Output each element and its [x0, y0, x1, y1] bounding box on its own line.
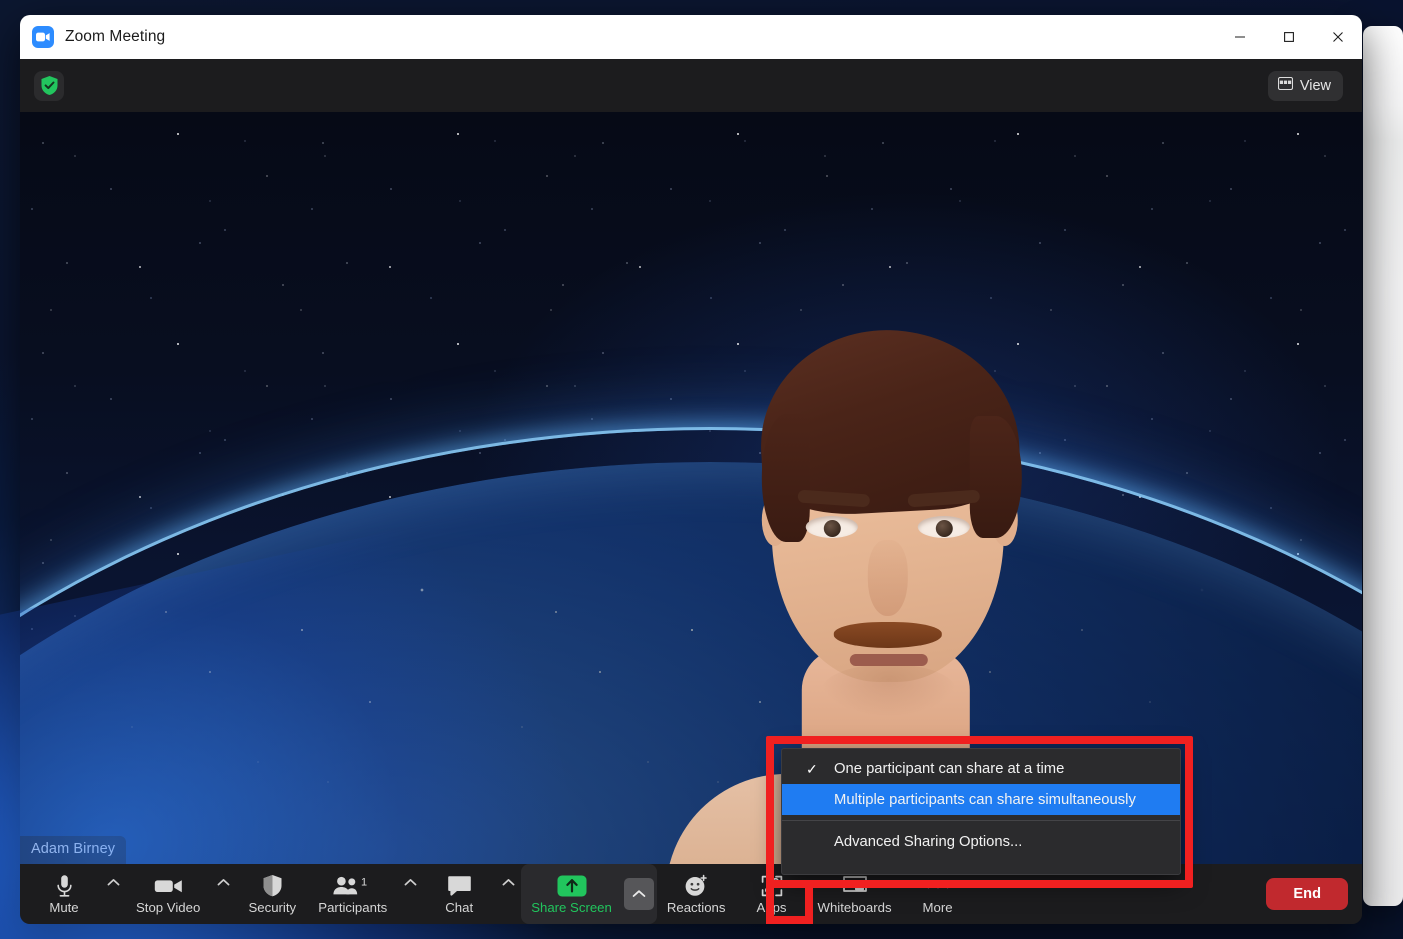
share-screen-options-menu[interactable]: ✓ One participant can share at a time Mu…	[781, 748, 1181, 875]
menu-item-label: Advanced Sharing Options...	[834, 834, 1022, 850]
security-button[interactable]: Security	[236, 864, 308, 924]
meeting-topbar: View	[20, 59, 1362, 112]
chat-button-label: Chat	[445, 901, 473, 914]
stop-video-button[interactable]: Stop Video	[126, 864, 210, 924]
end-meeting-button[interactable]: End	[1266, 878, 1348, 911]
background-window[interactable]	[1363, 26, 1403, 906]
maximize-icon[interactable]	[1264, 15, 1313, 59]
menu-item-label: Multiple participants can share simultan…	[834, 792, 1136, 808]
whiteboard-icon	[842, 873, 868, 898]
participants-button-label: Participants	[318, 901, 387, 914]
arrow-up-share-icon	[557, 873, 587, 898]
speech-bubble-icon	[447, 873, 472, 898]
participants-control-group: 1 Participants	[308, 864, 423, 924]
apps-button-label: Apps	[756, 901, 786, 914]
menu-item-multiple-participants[interactable]: Multiple participants can share simultan…	[782, 784, 1180, 815]
close-icon[interactable]	[1313, 15, 1362, 59]
view-button-label: View	[1300, 78, 1331, 94]
window-title: Zoom Meeting	[65, 28, 165, 46]
window-controls	[1215, 15, 1362, 59]
menu-item-one-participant[interactable]: ✓ One participant can share at a time	[782, 753, 1180, 784]
participants-button[interactable]: 1 Participants	[308, 864, 397, 924]
whiteboards-button-label: Whiteboards	[818, 901, 892, 914]
zoom-meeting-window: Zoom Meeting	[20, 15, 1362, 924]
zoom-camera-icon	[32, 26, 54, 48]
mute-button-label: Mute	[49, 901, 78, 914]
video-control-group: Stop Video	[126, 864, 236, 924]
share-screen-button[interactable]: Share Screen	[521, 864, 622, 924]
shield-icon	[262, 873, 283, 898]
layout-grid-icon	[1278, 77, 1293, 94]
people-icon: 1	[332, 873, 374, 898]
minimize-icon[interactable]	[1215, 15, 1264, 59]
svg-text:1: 1	[361, 876, 367, 888]
participants-options-chevron-up-icon[interactable]	[397, 864, 423, 924]
menu-separator	[782, 820, 1180, 821]
microphone-icon	[55, 873, 74, 898]
chat-control-group: Chat	[423, 864, 521, 924]
security-button-label: Security	[248, 901, 296, 914]
apps-bracket-icon	[760, 873, 784, 898]
smiley-face-icon	[684, 873, 708, 898]
view-button[interactable]: View	[1268, 71, 1343, 101]
chat-button[interactable]: Chat	[423, 864, 495, 924]
menu-item-advanced-sharing-options[interactable]: Advanced Sharing Options...	[782, 826, 1180, 857]
reactions-button-label: Reactions	[667, 901, 726, 914]
mute-options-chevron-up-icon[interactable]	[100, 864, 126, 924]
ellipsis-icon	[925, 873, 951, 898]
menu-item-label: One participant can share at a time	[834, 761, 1064, 777]
window-titlebar: Zoom Meeting	[20, 15, 1362, 59]
participant-name-label: Adam Birney	[20, 836, 126, 864]
check-icon: ✓	[806, 762, 818, 776]
chat-options-chevron-up-icon[interactable]	[495, 864, 521, 924]
audio-control-group: Mute	[28, 864, 126, 924]
desktop-background: Zoom Meeting	[0, 0, 1403, 939]
share-screen-button-label: Share Screen	[531, 901, 612, 914]
mute-button[interactable]: Mute	[28, 864, 100, 924]
reactions-button[interactable]: Reactions	[657, 864, 736, 924]
stop-video-button-label: Stop Video	[136, 901, 200, 914]
shield-check-icon[interactable]	[34, 71, 64, 101]
video-options-chevron-up-icon[interactable]	[210, 864, 236, 924]
share-screen-options-chevron-up-icon[interactable]	[624, 878, 654, 910]
video-camera-icon	[154, 873, 183, 898]
share-screen-control-group: Share Screen	[521, 864, 657, 924]
menu-bottom-padding	[782, 857, 1180, 874]
more-button-label: More	[923, 901, 953, 914]
